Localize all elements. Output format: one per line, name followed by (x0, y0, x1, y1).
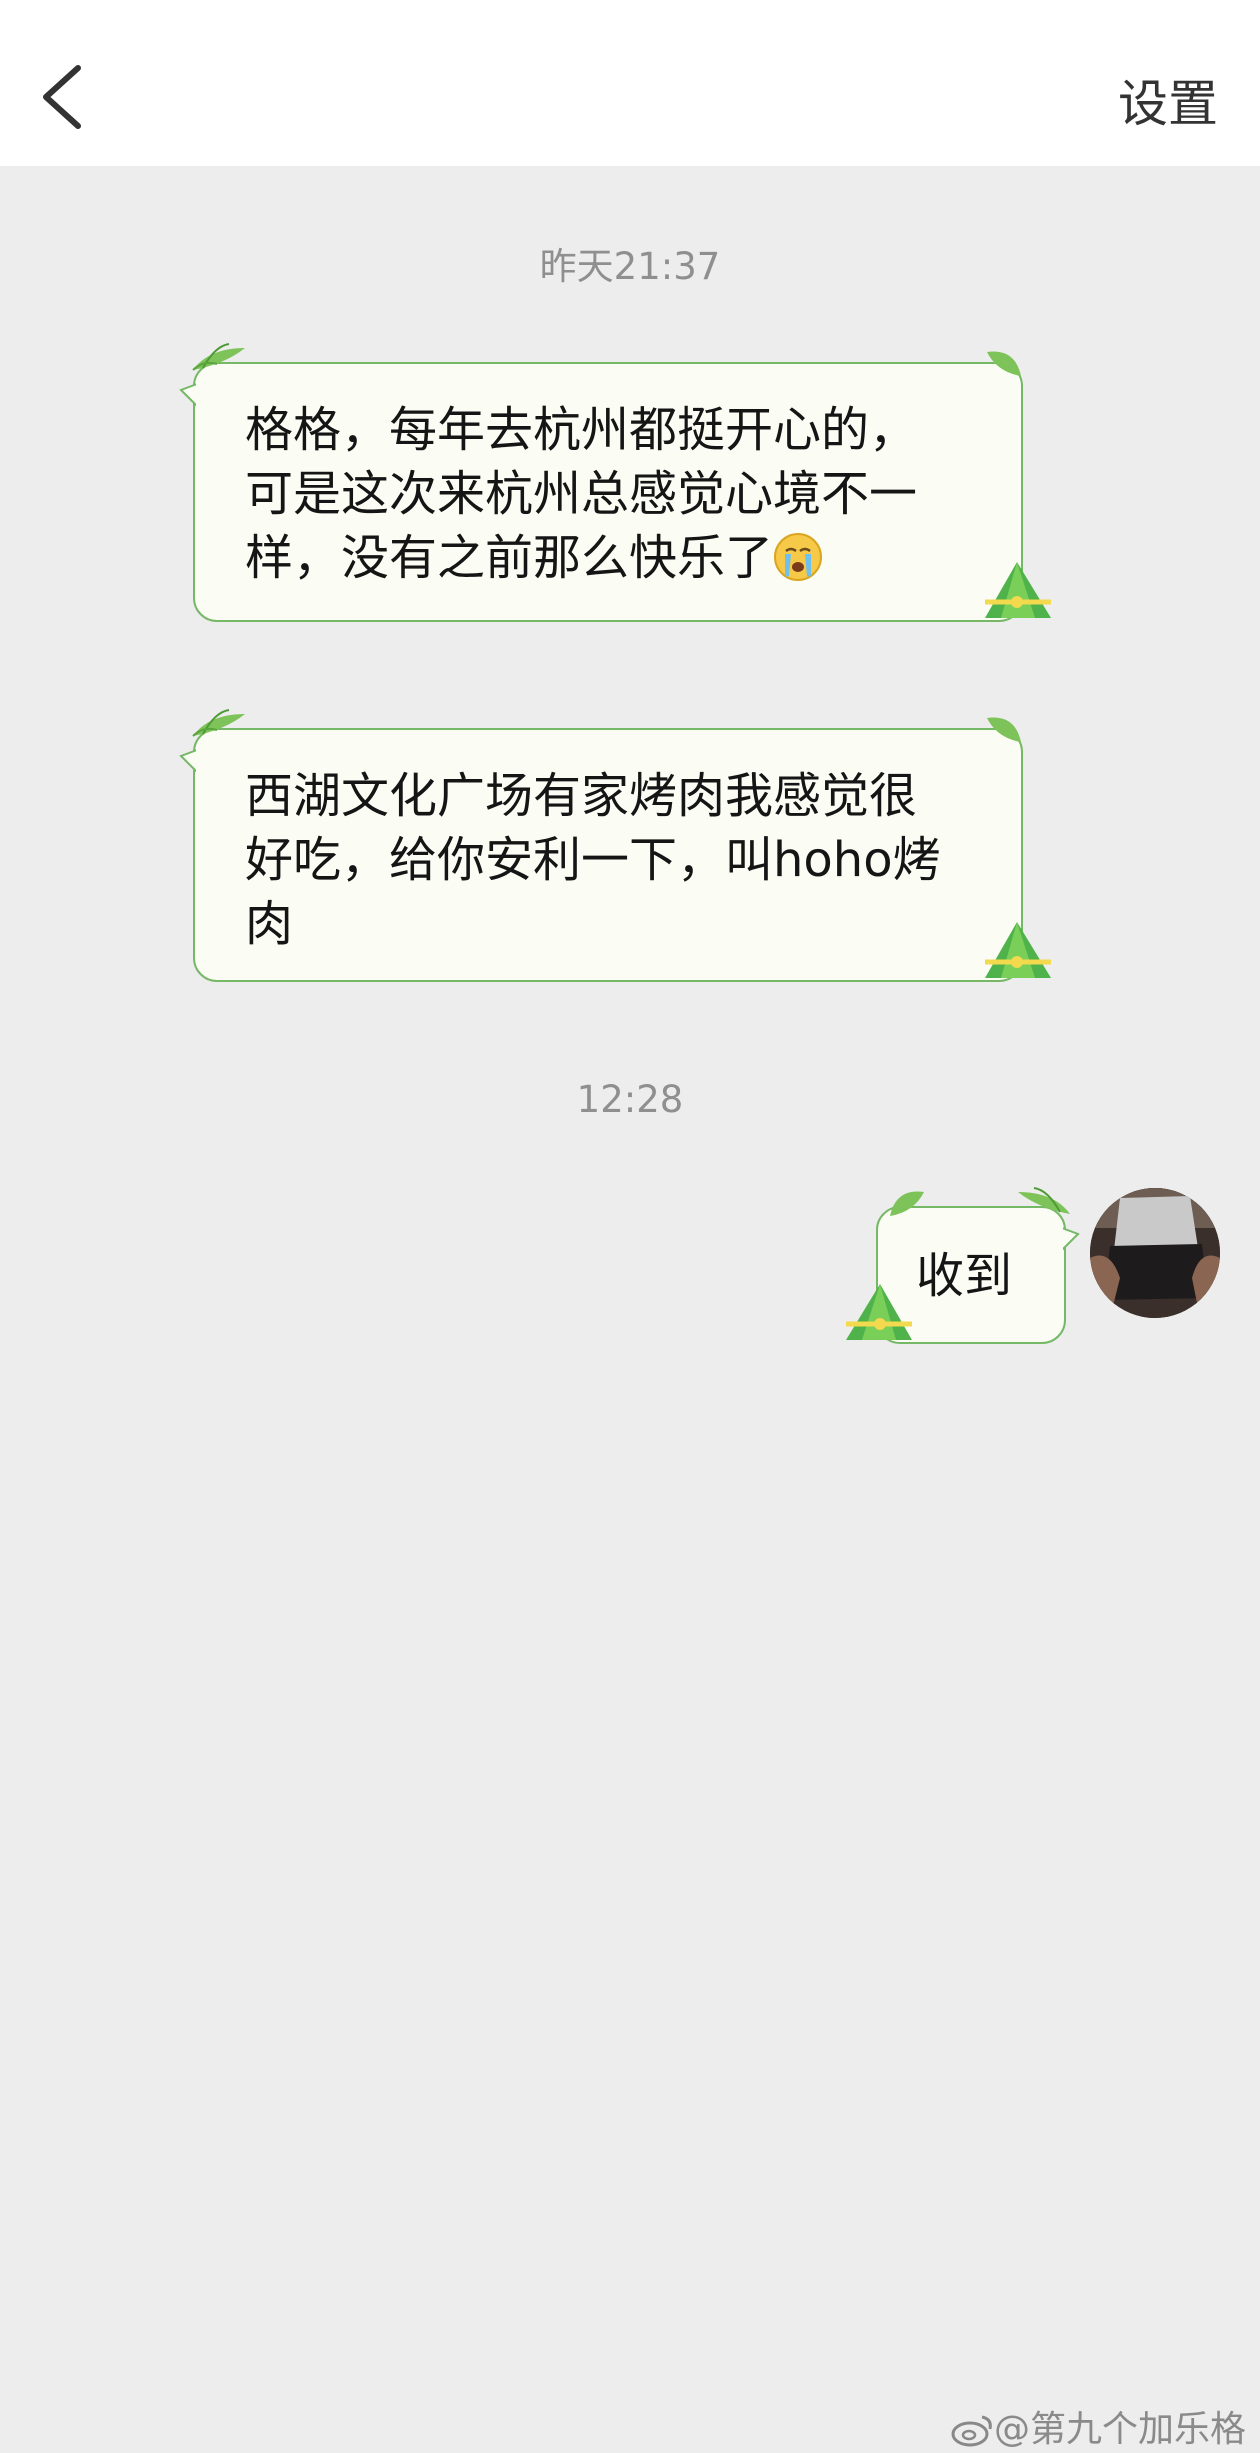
user-avatar-image (1090, 1188, 1220, 1318)
avatar[interactable] (1090, 1188, 1220, 1318)
leaf-decoration-icon (987, 717, 1021, 742)
back-button[interactable] (30, 52, 100, 142)
bubble-tail (179, 748, 199, 774)
bubble-tail (1060, 1226, 1080, 1252)
watermark-text: @第九个加乐格 (993, 2409, 1246, 2450)
message-bubble-sent[interactable]: 收到 (846, 1187, 1080, 1344)
message-text: 样，没有之前那么快乐了 (245, 530, 774, 586)
crying-face-icon (774, 533, 823, 581)
message-text-line: 好吃，给你安利一下，叫hoho烤 (245, 832, 941, 888)
leaf-decoration-icon (987, 351, 1021, 376)
message-text-line: 样，没有之前那么快乐了 (245, 526, 981, 590)
message-timestamp: 12:28 (576, 1078, 684, 1121)
zongzi-decoration-icon (985, 922, 1051, 978)
message-text-line: 格格，每年去杭州都挺开心的， (245, 402, 918, 458)
message-bubble-received[interactable]: 格格，每年去杭州都挺开心的， 可是这次来杭州总感觉心境不一 样，没有之前那么快乐… (179, 343, 1051, 622)
weibo-icon (951, 2415, 992, 2447)
bubble-tail (179, 382, 199, 408)
top-bar: 设置 (0, 0, 1260, 166)
leaf-decoration-icon (1018, 1187, 1070, 1214)
leaf-decoration-icon (890, 1191, 924, 1216)
chevron-left-icon (43, 65, 81, 129)
chat-title (300, 70, 960, 110)
message-text-line: 可是这次来杭州总感觉心境不一 (245, 466, 918, 522)
message-text-line: 西湖文化广场有家烤肉我感觉很 (245, 768, 918, 824)
message-timestamp: 昨天21:37 (539, 245, 721, 288)
leaf-decoration-icon (192, 343, 245, 371)
chat-screen: 设置 昨天21:37 格格，每年去杭州都挺开心的， 可是这次来杭州总感觉心境不一… (0, 0, 1260, 2453)
message-text: 收到 (916, 1248, 1013, 1304)
settings-button[interactable]: 设置 (1118, 64, 1218, 136)
message-text-line: 肉 (245, 896, 294, 952)
leaf-decoration-icon (192, 709, 245, 737)
zongzi-decoration-icon (846, 1284, 912, 1340)
zongzi-decoration-icon (985, 562, 1051, 618)
watermark: @第九个加乐格 (950, 2400, 1246, 2452)
message-bubble-received[interactable]: 西湖文化广场有家烤肉我感觉很 好吃，给你安利一下，叫hoho烤 肉 (179, 709, 1051, 982)
